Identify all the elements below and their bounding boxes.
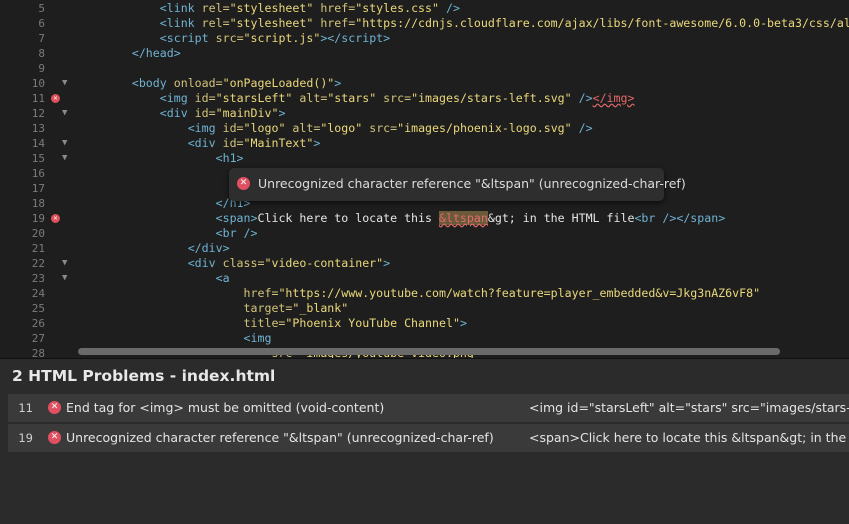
code-text: </head> (131, 46, 181, 60)
code-text: <a (215, 271, 230, 285)
fold-arrow-icon[interactable]: ▼ (62, 256, 67, 271)
fold-arrow-icon[interactable]: ▼ (62, 136, 67, 151)
code-text: <br /> (215, 226, 258, 240)
error-marker-icon[interactable]: ✕ (51, 94, 60, 103)
code-line[interactable]: 25 target="_blank" (0, 301, 849, 316)
error-tooltip: ✕ Unrecognized character reference "&lts… (229, 168, 686, 201)
code-text: <link rel="stylesheet" href="https://cdn… (159, 16, 849, 30)
line-number: 18 (31, 197, 45, 210)
line-number: 24 (31, 287, 45, 300)
line-number: 11 (31, 92, 45, 105)
code-text: <span>Click here to locate this &ltspan&… (215, 211, 726, 225)
problems-panel-title: 2 HTML Problems - index.html (12, 367, 276, 385)
line-number: 21 (31, 242, 45, 255)
error-x-icon: ✕ (237, 177, 250, 190)
problem-code-snippet: <img id="starsLeft" alt="stars" src="ima… (529, 400, 849, 415)
code-line[interactable]: 6 <link rel="stylesheet" href="https://c… (0, 16, 849, 31)
problem-line-number: 19 (18, 431, 33, 445)
line-number: 26 (31, 317, 45, 330)
code-line[interactable]: 22 ▼ <div class="video-container"> (0, 256, 849, 271)
problem-row[interactable]: 19 ✕ Unrecognized character reference "&… (8, 424, 849, 452)
line-number: 28 (31, 347, 45, 358)
line-number: 10 (31, 77, 45, 90)
horizontal-scrollbar[interactable] (78, 348, 780, 355)
problems-panel: 2 HTML Problems - index.html 11 ✕ End ta… (0, 358, 849, 524)
code-text: <h1> (215, 151, 244, 165)
code-text: <div id="MainText"> (187, 136, 321, 150)
line-number: 23 (31, 272, 45, 285)
code-text: <img (243, 331, 272, 345)
code-line[interactable]: 5 <link rel="stylesheet" href="styles.cs… (0, 1, 849, 16)
problem-line-number: 11 (18, 401, 33, 415)
line-number: 25 (31, 302, 45, 315)
code-text: <div class="video-container"> (187, 256, 391, 270)
code-line[interactable]: 13 <img id="logo" alt="logo" src="images… (0, 121, 849, 136)
line-number: 27 (31, 332, 45, 345)
code-text: <img id="starsLeft" alt="stars" src="ima… (159, 91, 635, 105)
line-number: 6 (38, 17, 45, 30)
error-marker-icon[interactable]: ✕ (51, 214, 60, 223)
fold-arrow-icon[interactable]: ▼ (62, 271, 67, 286)
code-line[interactable]: 7 <script src="script.js"></script> (0, 31, 849, 46)
code-text: href="https://www.youtube.com/watch?feat… (243, 286, 761, 300)
code-text: <link rel="stylesheet" href="styles.css"… (159, 1, 460, 15)
line-number: 8 (38, 47, 45, 60)
code-text: target="_blank" (243, 301, 349, 315)
line-number: 19 (31, 212, 45, 225)
code-text: title="Phoenix YouTube Channel"> (243, 316, 467, 330)
line-number: 5 (38, 2, 45, 15)
code-line[interactable]: 11 ✕ <img id="starsLeft" alt="stars" src=… (0, 91, 849, 106)
code-text: <body onload="onPageLoaded()"> (131, 76, 342, 90)
line-number: 20 (31, 227, 45, 240)
line-number: 7 (38, 32, 45, 45)
line-number: 17 (31, 182, 45, 195)
code-text: < (76, 166, 251, 181)
line-number: 14 (31, 137, 45, 150)
fold-arrow-icon[interactable]: ▼ (62, 76, 67, 91)
code-line[interactable]: 21 </div> (0, 241, 849, 256)
code-text: </h1> (215, 196, 251, 210)
code-line[interactable]: 9 (0, 61, 849, 76)
code-text: P (76, 181, 251, 196)
problem-message: Unrecognized character reference "&ltspa… (66, 430, 494, 445)
code-line[interactable]: 10 ▼ <body onload="onPageLoaded()"> (0, 76, 849, 91)
code-line[interactable]: 19 ✕ <span>Click here to locate this &lts… (0, 211, 849, 226)
code-line[interactable]: 15 ▼ <h1> (0, 151, 849, 166)
code-line[interactable]: 12 ▼ <div id="mainDiv"> (0, 106, 849, 121)
line-number: 22 (31, 257, 45, 270)
problem-code-snippet: <span>Click here to locate this &ltspan&… (529, 430, 849, 445)
fold-arrow-icon[interactable]: ▼ (62, 151, 67, 166)
code-text: <img id="logo" alt="logo" src="images/ph… (187, 121, 593, 135)
code-text: </div> (187, 241, 230, 255)
error-x-icon: ✕ (48, 401, 61, 414)
line-number: 16 (31, 167, 45, 180)
tooltip-message: Unrecognized character reference "&ltspa… (258, 176, 686, 191)
code-line[interactable]: 14 ▼ <div id="MainText"> (0, 136, 849, 151)
code-line[interactable]: 26 title="Phoenix YouTube Channel"> (0, 316, 849, 331)
fold-arrow-icon[interactable]: ▼ (62, 106, 67, 121)
line-number: 12 (31, 107, 45, 120)
code-text: <div id="mainDiv"> (159, 106, 286, 120)
code-line[interactable]: 20 <br /> (0, 226, 849, 241)
line-number: 9 (38, 62, 45, 75)
code-line[interactable]: 8 </head> (0, 46, 849, 61)
line-number: 13 (31, 122, 45, 135)
code-line[interactable]: 27 <img (0, 331, 849, 346)
error-x-icon: ✕ (48, 431, 61, 444)
problem-row[interactable]: 11 ✕ End tag for <img> must be omitted (… (8, 394, 849, 422)
problem-message: End tag for <img> must be omitted (void-… (66, 400, 385, 415)
code-text: <script src="script.js"></script> (159, 31, 391, 45)
code-line[interactable]: 24 href="https://www.youtube.com/watch?f… (0, 286, 849, 301)
code-line[interactable]: 23 ▼ <a (0, 271, 849, 286)
line-number: 15 (31, 152, 45, 165)
